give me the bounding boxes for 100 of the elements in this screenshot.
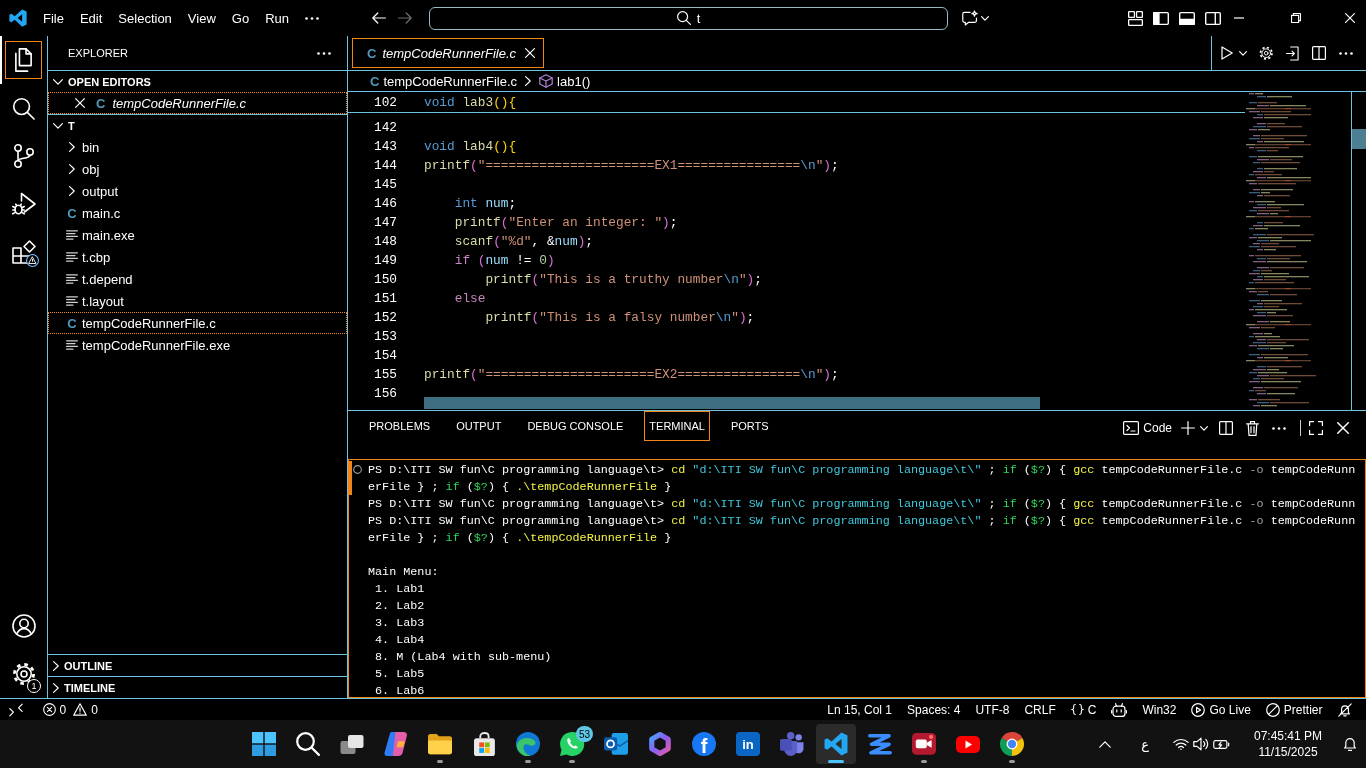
- menu-item[interactable]: Go: [223, 0, 258, 36]
- menu-item[interactable]: View: [179, 0, 224, 36]
- notification-badge: 53: [575, 726, 593, 742]
- play-icon[interactable]: [1220, 46, 1233, 60]
- status-item[interactable]: Win32: [1134, 699, 1184, 720]
- panel-tab[interactable]: OUTPUT: [451, 411, 507, 441]
- command-center[interactable]: t: [429, 6, 948, 30]
- tree-item[interactable]: tempCodeRunnerFile.exe: [48, 334, 347, 356]
- section-header[interactable]: OPEN EDITORS: [48, 70, 347, 92]
- remote-icon[interactable]: [9, 702, 23, 717]
- plus-icon[interactable]: [1181, 421, 1195, 435]
- logo-icon: [824, 732, 848, 756]
- tree-item[interactable]: bin: [48, 136, 347, 158]
- tree-item[interactable]: C main.c: [48, 202, 347, 224]
- terminal-line: 4. Lab4: [375, 632, 425, 647]
- status-item[interactable]: Prettier: [1258, 699, 1330, 720]
- robot-face-icon[interactable]: [1111, 702, 1128, 717]
- tree-item[interactable]: t.cbp: [48, 246, 347, 268]
- sidebar-left-icon[interactable]: [1153, 11, 1169, 25]
- trash-icon[interactable]: [1246, 420, 1259, 436]
- open-editor-item[interactable]: C tempCodeRunnerFile.c: [48, 92, 347, 114]
- tree-item[interactable]: C tempCodeRunnerFile.c: [48, 312, 347, 334]
- breadcrumb-item[interactable]: lab1(): [557, 73, 591, 89]
- files-icon: [15, 48, 32, 72]
- cube-icon: [539, 74, 554, 88]
- more-icon[interactable]: [1339, 51, 1353, 55]
- circle-slash-icon: [1265, 702, 1280, 717]
- taskbar-button[interactable]: f: [684, 724, 724, 764]
- tree-item[interactable]: main.exe: [48, 224, 347, 246]
- restore-icon[interactable]: [1291, 13, 1301, 23]
- editor-tab[interactable]: C tempCodeRunnerFile.c: [352, 38, 545, 68]
- line-number: 155: [373, 367, 397, 382]
- terminal-line: PS D:\ITI SW fun\C programming language\t> cd "d:\ITI SW fun\C programming language\t\" ; if ($?) { gcc tempCodeRunnerFile.c -o tempCodeRunn: [368, 513, 1356, 528]
- split-editor-icon[interactable]: [1312, 46, 1326, 60]
- line-number: 149: [373, 253, 397, 268]
- code-line: printf("Enter an integer: ");: [454, 215, 678, 230]
- line-number: 148: [373, 234, 397, 249]
- play-circle-icon: [1191, 702, 1206, 717]
- maximize-icon[interactable]: [1309, 421, 1323, 435]
- status-item[interactable]: Spaces: 4: [899, 699, 968, 720]
- menu-item[interactable]: Selection: [110, 0, 180, 36]
- chat-sparkle-icon[interactable]: [962, 10, 978, 26]
- status-item[interactable]: CRLF: [1016, 699, 1064, 720]
- caret-up-icon[interactable]: [1099, 740, 1112, 748]
- more-icon[interactable]: [1272, 426, 1286, 430]
- close-icon[interactable]: [75, 98, 85, 108]
- layout-icon[interactable]: [1128, 10, 1143, 26]
- status-item[interactable]: C: [1063, 699, 1104, 720]
- caret-down-icon[interactable]: [1200, 425, 1208, 431]
- speaker-icon[interactable]: [1192, 737, 1209, 751]
- menu-item[interactable]: File: [35, 0, 72, 36]
- go-to-file-icon[interactable]: [1286, 45, 1299, 61]
- close-icon[interactable]: [1337, 422, 1349, 434]
- taskbar-button[interactable]: in: [728, 724, 768, 764]
- taskbar-button[interactable]: [816, 724, 856, 764]
- bell-icon[interactable]: [1343, 737, 1357, 751]
- more-icon[interactable]: [305, 16, 319, 20]
- wifi-icon[interactable]: [1172, 738, 1189, 750]
- tree-item[interactable]: obj: [48, 158, 347, 180]
- tree-item[interactable]: output: [48, 180, 347, 202]
- caret-down-icon[interactable]: [981, 15, 989, 21]
- breadcrumb-item[interactable]: tempCodeRunnerFile.c: [383, 73, 518, 89]
- input-language[interactable]: ع: [1141, 736, 1149, 752]
- scrollbar-thumb[interactable]: [1352, 129, 1366, 149]
- taskbar-button[interactable]: 53: [552, 724, 592, 764]
- menu-item[interactable]: Edit: [71, 0, 111, 36]
- terminal-selector[interactable]: Code: [1123, 421, 1172, 435]
- battery-charging-icon[interactable]: [1212, 739, 1230, 749]
- more-icon[interactable]: [317, 51, 331, 55]
- panel-tab[interactable]: PORTS: [725, 411, 774, 441]
- code-line: scanf("%d", &num);: [454, 234, 593, 249]
- panel-tab[interactable]: PROBLEMS: [364, 411, 436, 441]
- tree-item[interactable]: t.layout: [48, 290, 347, 312]
- bell-slash-icon[interactable]: [1337, 702, 1352, 717]
- braces-icon: [1070, 704, 1084, 715]
- sticky-scroll[interactable]: 102 void lab3(){: [348, 92, 1245, 113]
- menu-item[interactable]: Run: [257, 0, 297, 36]
- circle-icon[interactable]: [353, 465, 362, 474]
- gear-icon[interactable]: [1258, 45, 1273, 61]
- tree-item[interactable]: t.depend: [48, 268, 347, 290]
- caret-down-icon[interactable]: [1238, 50, 1247, 56]
- arrow-left-icon[interactable]: [372, 12, 386, 24]
- split-terminal-icon[interactable]: [1219, 421, 1233, 435]
- code-line: printf("======================EX2================\n");: [424, 367, 839, 382]
- problems-status[interactable]: 0 0: [35, 699, 106, 720]
- close-icon[interactable]: [525, 48, 536, 58]
- panel-tab[interactable]: TERMINAL: [644, 411, 710, 441]
- close-icon[interactable]: [1345, 13, 1355, 23]
- section-header[interactable]: OUTLINE: [48, 654, 347, 676]
- panel-tab[interactable]: DEBUG CONSOLE: [522, 411, 629, 441]
- terminal-line: PS D:\ITI SW fun\C programming language\t> cd "d:\ITI SW fun\C programming language\t\" ; if ($?) { gcc tempCodeRunnerFile.c -o tempCodeRunn: [368, 496, 1356, 511]
- section-header[interactable]: T: [48, 114, 347, 136]
- terminal-line: erFile } ; if ($?) { .\tempCodeRunnerFile }: [368, 530, 672, 545]
- terminal[interactable]: [348, 459, 1366, 698]
- sidebar-right-icon[interactable]: [1205, 11, 1221, 25]
- status-item[interactable]: UTF-8: [967, 699, 1017, 720]
- panel-bottom-icon[interactable]: [1179, 11, 1195, 25]
- manage-tab[interactable]: 1: [0, 650, 47, 698]
- status-item[interactable]: Ln 15, Col 1: [819, 699, 900, 720]
- status-item[interactable]: Go Live: [1183, 699, 1259, 720]
